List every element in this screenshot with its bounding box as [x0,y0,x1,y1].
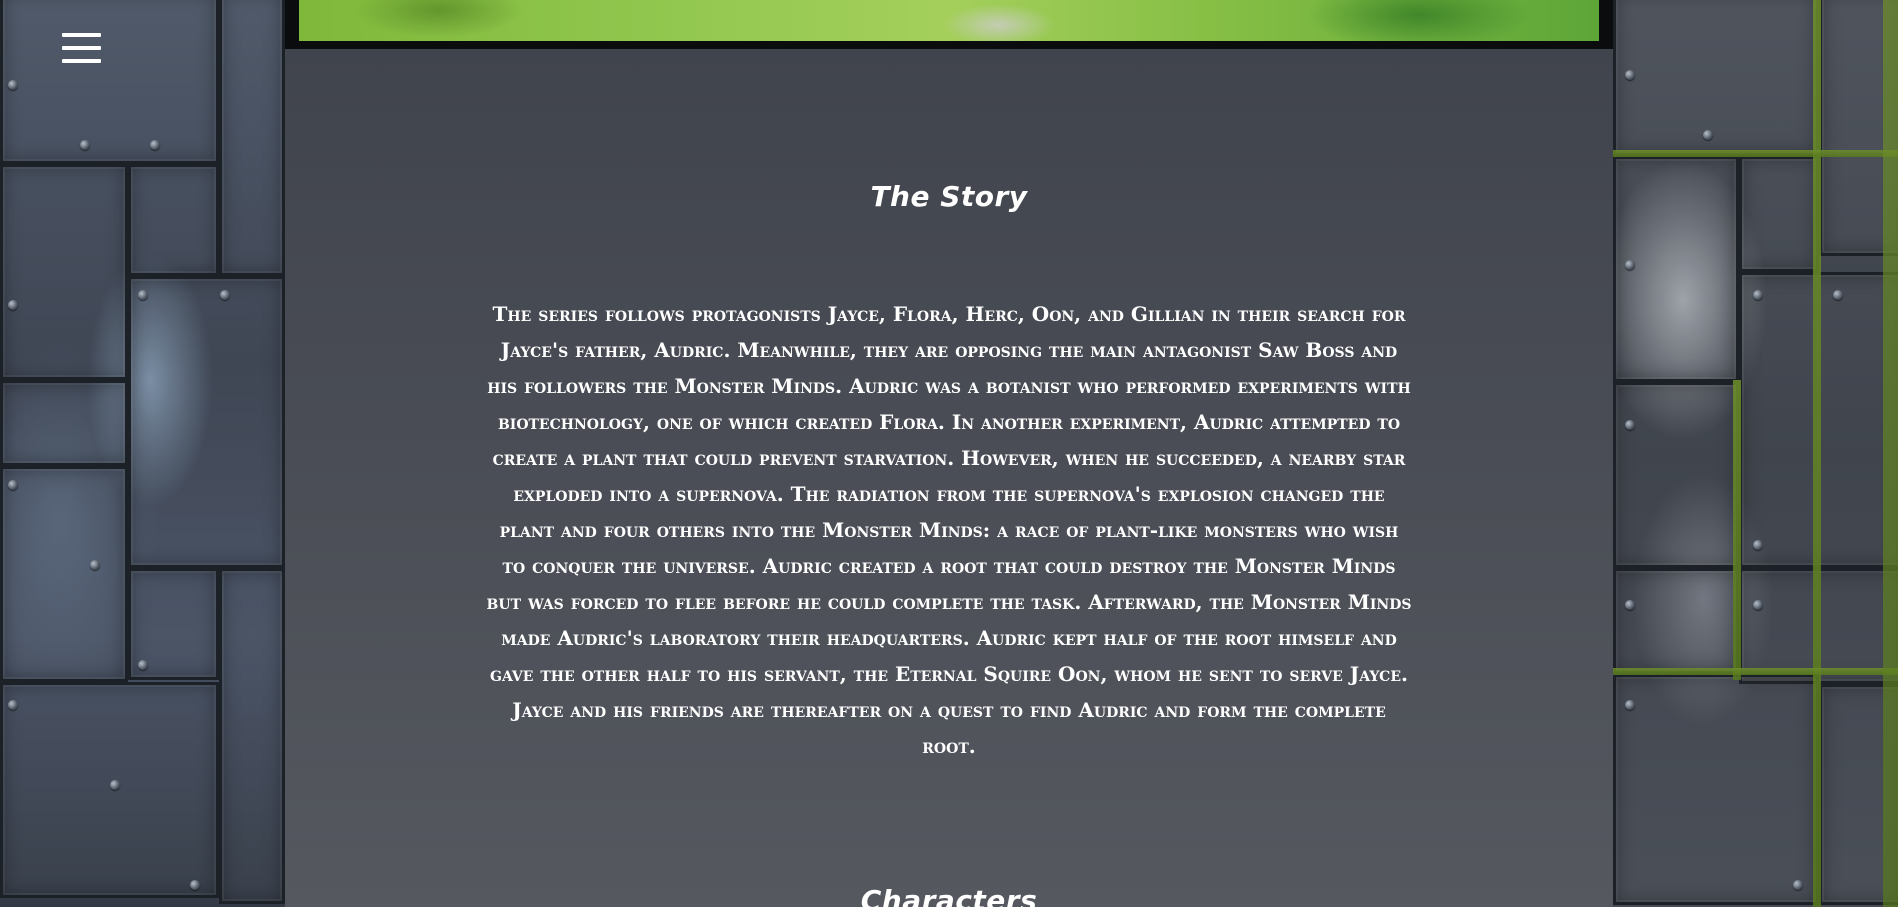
rivet [1793,880,1803,890]
rivet [138,660,148,670]
story-paragraph: The series follows protagonists Jayce, F… [486,302,1412,758]
hamburger-menu-icon [62,33,101,37]
moss-strip [1613,668,1898,675]
rivet [1625,260,1635,270]
metal-plate [0,682,219,898]
metal-plate [219,568,285,904]
rivet [220,290,230,300]
hero-image [299,0,1599,41]
rivet [1625,420,1635,430]
moss-strip [1613,150,1898,157]
rivet [190,880,200,890]
rivet [1753,290,1763,300]
metal-plate [0,466,128,682]
hamburger-menu-icon-line [62,59,101,63]
rivet [1753,540,1763,550]
metal-plate [128,164,219,276]
metal-plate [1613,568,1739,674]
metal-plate [0,164,128,380]
moss-strip [1813,0,1821,907]
hamburger-menu-icon-line [62,46,101,50]
menu-button[interactable] [62,33,101,65]
metal-plate [219,0,285,276]
story-heading: The Story [870,180,1028,213]
main-content: The Story The series follows protagonist… [285,0,1613,907]
metal-plate [1613,0,1819,156]
rivet [1625,70,1635,80]
rivet [150,140,160,150]
rivet [138,290,148,300]
rivet [110,780,120,790]
metal-plate [1739,156,1819,272]
page: The Story The series follows protagonist… [0,0,1898,907]
metal-plate [0,380,128,466]
metal-plate [1613,382,1739,568]
hero-image-frame [285,0,1613,49]
rivet [1833,290,1843,300]
rivet [1753,600,1763,610]
moss-strip [1733,380,1741,680]
rivet [1625,600,1635,610]
metal-plate [1613,674,1819,905]
rivet [1703,130,1713,140]
rivet [8,300,18,310]
rivet [8,480,18,490]
characters-heading: Characters [860,884,1038,907]
right-background-panel [1613,0,1898,907]
metal-plate [128,276,285,568]
rivet [8,80,18,90]
metal-plate [0,0,219,164]
rivet [80,140,90,150]
moss-strip [1883,0,1898,907]
rivet [8,700,18,710]
rivet [90,560,100,570]
rivet [1625,700,1635,710]
left-background-panel [0,0,285,907]
